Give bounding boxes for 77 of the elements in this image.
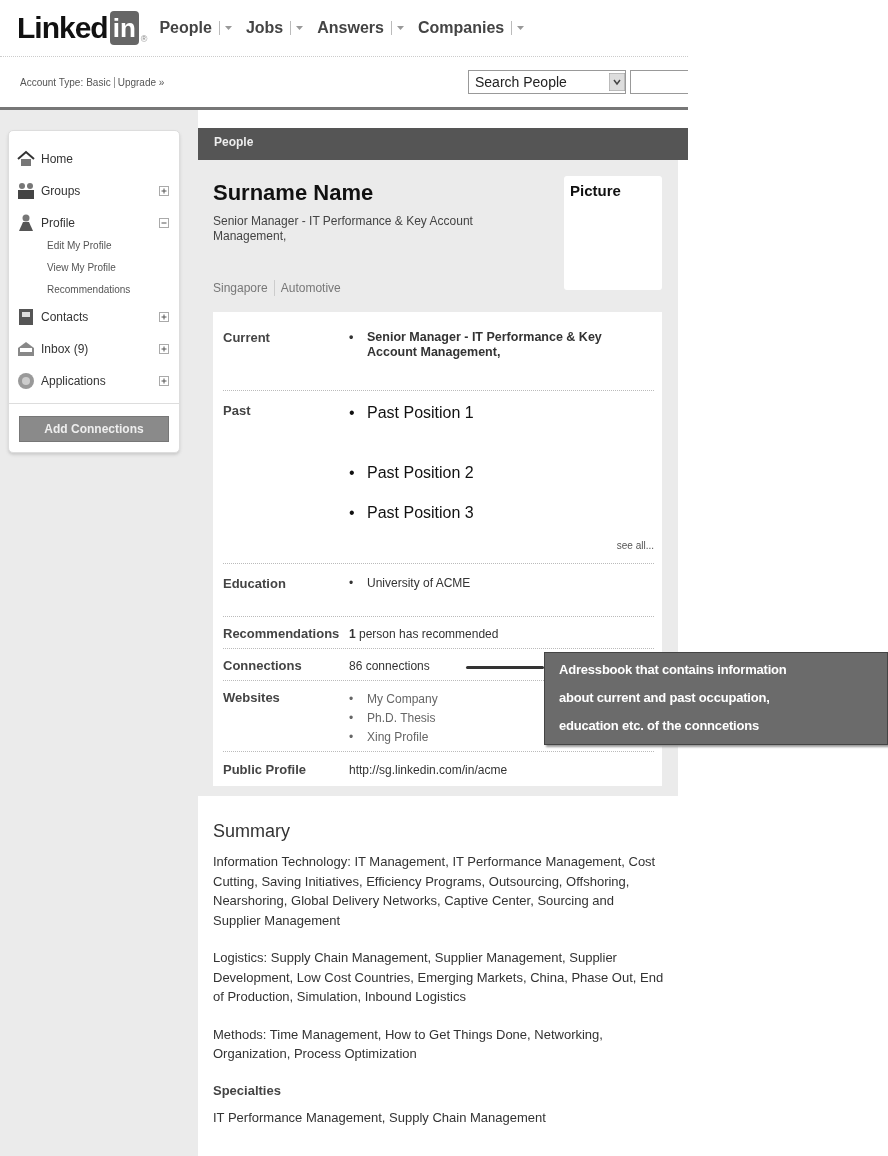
industry: Automotive <box>280 281 341 295</box>
dropdown-arrow-icon[interactable] <box>517 26 525 30</box>
list-item: Past Position 2 <box>367 463 474 483</box>
summary-heading: Summary <box>213 820 291 842</box>
field-value: 86 connections <box>349 658 430 674</box>
expand-icon[interactable] <box>159 376 169 386</box>
account-type-label: Account Type: <box>20 76 84 88</box>
field-label: Recommendations <box>223 626 341 642</box>
list-bullet: • <box>349 710 355 727</box>
sidebar-item[interactable]: Applications <box>41 374 159 388</box>
field-label: Websites <box>223 690 281 706</box>
website-link[interactable]: My Company <box>367 690 438 709</box>
summary-paragraph: Information Technology: IT Management, IT Performance Management, Cost Cutting, Saving Initiatives, Efficiency Programs, Outsourcing, Offshoring, Nearshoring, Global Delivery Networks, Captive Center, Sourcing and Supplier Management <box>213 853 657 930</box>
website-link[interactable]: Ph.D. Thesis <box>367 709 436 728</box>
dropdown-arrow-icon[interactable] <box>224 26 232 30</box>
annotation-callout: Adressbook that contains information about current and past occupation, education etc. of the conncetions <box>544 652 888 745</box>
field-label: Past <box>223 403 252 419</box>
specialties-heading: Specialties <box>213 1081 282 1100</box>
upgrade-link[interactable]: Upgrade » <box>117 76 165 88</box>
search-scope-select[interactable]: Search People <box>468 70 626 94</box>
gear-icon <box>17 372 35 390</box>
see-all-link[interactable]: see all... <box>616 539 654 553</box>
profile-headline: Senior Manager - IT Performance & Key Account Management, <box>213 214 474 244</box>
sidebar-subitem[interactable]: View My Profile <box>47 257 179 279</box>
dropdown-arrow-icon[interactable] <box>396 26 404 30</box>
field-label: Education <box>223 576 287 592</box>
field-value: http://sg.linkedin.com/in/acme <box>349 762 508 778</box>
nav-link[interactable]: Answers <box>317 19 384 37</box>
collapse-icon[interactable] <box>159 218 169 228</box>
account-type-value: Basic <box>86 76 111 88</box>
tray-icon <box>17 340 35 358</box>
dropdown-arrow-icon[interactable] <box>296 26 304 30</box>
dropdown-arrow-icon[interactable] <box>609 73 625 91</box>
website-link[interactable]: Xing Profile <box>367 728 429 747</box>
expand-icon[interactable] <box>159 344 169 354</box>
list-bullet: • <box>349 576 355 591</box>
logo-badge: in <box>109 11 139 45</box>
list-bullet: • <box>349 503 356 523</box>
picture-label: Picture <box>570 182 621 199</box>
list-bullet: • <box>349 691 355 708</box>
address-book-icon <box>17 308 35 326</box>
sidebar-item[interactable]: Inbox (9) <box>41 342 159 356</box>
list-bullet: • <box>349 729 355 746</box>
nav-link[interactable]: People <box>159 19 212 37</box>
sidebar-subitem[interactable]: Recommendations <box>47 279 179 301</box>
field-label: Current <box>223 330 271 346</box>
expand-icon[interactable] <box>159 312 169 322</box>
field-label: Connections <box>223 658 303 674</box>
expand-icon[interactable] <box>159 186 169 196</box>
house-icon <box>17 150 35 168</box>
search-field[interactable] <box>630 70 688 94</box>
list-bullet: • <box>349 330 355 346</box>
sidebar-item[interactable]: Home <box>41 152 169 166</box>
location: Singapore <box>213 281 268 295</box>
specialties-text: IT Performance Management, Supply Chain Management <box>213 1108 547 1127</box>
field-value: 1 person has recommended <box>349 626 499 642</box>
list-bullet: • <box>349 403 356 423</box>
list-item: University of ACME <box>367 576 471 591</box>
field-label: Public Profile <box>223 762 308 778</box>
sidebar-item[interactable]: Profile <box>41 216 159 230</box>
section-header: People <box>198 128 688 160</box>
profile-name: Surname Name <box>213 180 375 206</box>
sidebar-subitem[interactable]: Edit My Profile <box>47 235 179 257</box>
list-item: Past Position 1 <box>367 403 474 423</box>
list-item: Senior Manager - IT Performance & Key Account Management, <box>367 330 603 360</box>
list-bullet: • <box>349 463 356 483</box>
summary-paragraph: Logistics: Supply Chain Management, Supplier Management, Supplier Development, Low Cost Countries, Emerging Markets, China, Phase Out, End of Production, Simulation, Inbound Logistics <box>213 949 665 1006</box>
sidebar-item[interactable]: Groups <box>41 184 159 198</box>
sidebar-item[interactable]: Contacts <box>41 310 159 324</box>
people-icon <box>17 182 35 200</box>
person-icon <box>17 214 35 232</box>
registered-mark: ® <box>140 34 148 44</box>
nav-link[interactable]: Companies <box>417 19 505 37</box>
logo-text: Linked <box>17 11 108 45</box>
summary-paragraph: Methods: Time Management, How to Get Things Done, Networking, Organization, Process Optimization <box>213 1025 604 1063</box>
list-item: Past Position 3 <box>367 503 474 523</box>
nav-link[interactable]: Jobs <box>245 19 284 37</box>
